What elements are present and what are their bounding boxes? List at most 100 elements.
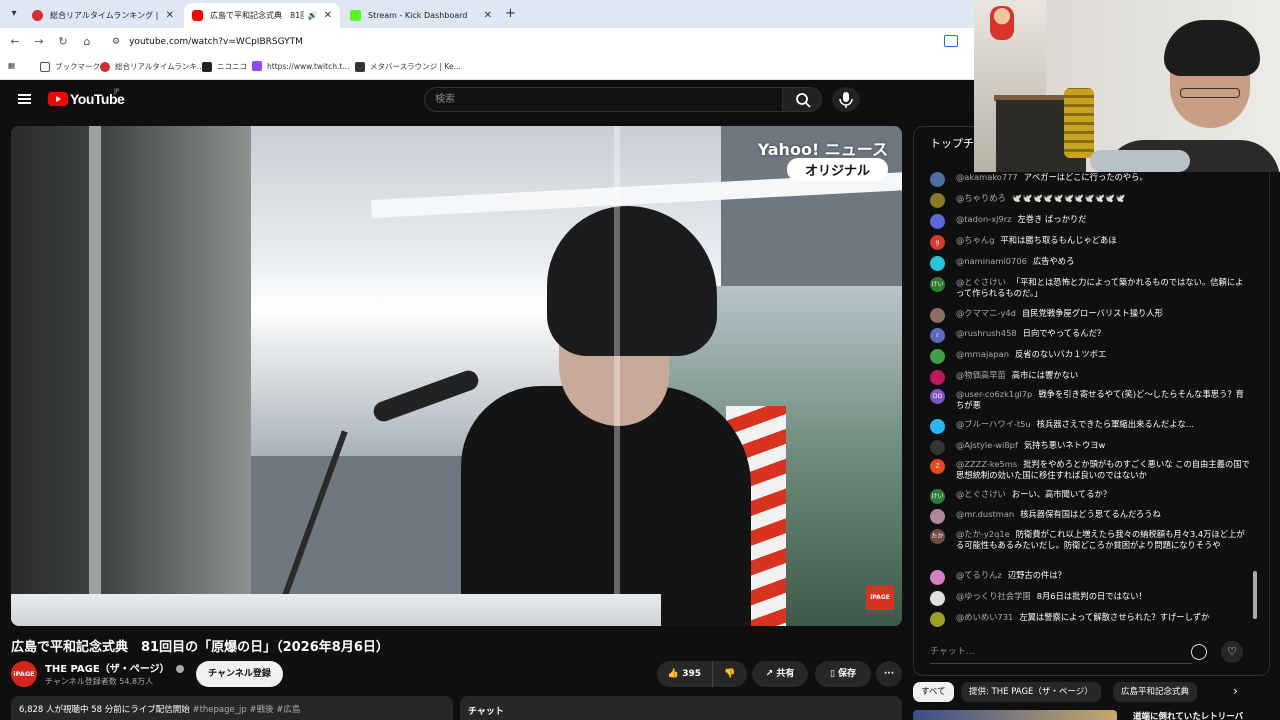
chat-avatar[interactable]: g	[930, 235, 945, 250]
chat-message[interactable]: @ブルーハワイ-t5u 核兵器さえできたら軍縮出来るんだよな…	[930, 419, 1250, 434]
channel-name-link[interactable]: THE PAGE（ザ・ページ）	[45, 660, 184, 675]
chat-author[interactable]: @tadon-xj9rz	[956, 214, 1012, 224]
bookmark-metaverse[interactable]: メタバースラウンジ | Ke...	[355, 61, 461, 72]
description-box[interactable]: 6,828 人が視聴中 58 分前にライブ配信開始 #thepage_jp #戦…	[11, 696, 453, 720]
chat-scrollbar[interactable]	[1253, 571, 1257, 619]
chat-author[interactable]: @akamako777	[956, 172, 1018, 182]
bookmark-ranking[interactable]: 総合リアルタイムランキ...	[100, 61, 204, 72]
subscribe-button[interactable]: チャンネル登録	[196, 661, 283, 687]
dislike-button[interactable]: 👎	[713, 661, 747, 687]
hashtags[interactable]: #thepage_jp #戦後 #広島	[190, 705, 300, 715]
bookmark-twitch[interactable]: https://www.twitch.t...	[252, 61, 349, 71]
tab-youtube[interactable]: 広島で平和記念式典 81回目 🔊 ✕	[184, 3, 340, 28]
chat-avatar[interactable]: Z	[930, 459, 945, 474]
chat-message[interactable]: @akamako777 アベガーはどこに行ったのやら。	[930, 172, 1250, 187]
chat-message[interactable]: DD @user-co6zk1gl7p 戦争を引き寄せるやて(笑)ど～したらそんな事…	[930, 389, 1250, 410]
chat-avatar[interactable]: DD	[930, 389, 945, 404]
chat-message[interactable]: たか @たか-y2q1e 防衛費がこれ以上増えたら我々の納税額も月々3,4万ほど上が…	[930, 529, 1250, 550]
chat-avatar[interactable]	[930, 370, 945, 385]
chat-author[interactable]: @クママニ-y4d	[956, 308, 1016, 318]
chat-avatar[interactable]: r	[930, 328, 945, 343]
chat-author[interactable]: @naminami0706	[956, 256, 1027, 266]
channel-avatar[interactable]: iPAGE	[11, 661, 37, 687]
tab-kick[interactable]: Stream - Kick Dashboard ✕	[342, 3, 500, 28]
chip-provider[interactable]: 提供: THE PAGE（ザ・ページ）	[961, 682, 1101, 702]
chat-message[interactable]: @tadon-xj9rz 左巻き ばっかりだ	[930, 214, 1250, 229]
chat-avatar[interactable]	[930, 172, 945, 187]
chat-message[interactable]: @naminami0706 広告やめろ	[930, 256, 1250, 271]
chat-author[interactable]: @ZZZZ-ke5ms	[956, 459, 1017, 469]
chat-message[interactable]: けい @とぐさけい 「平和とは恐怖と力によって築かれるものではない。信頼によって作ら…	[930, 277, 1250, 298]
video-player[interactable]: Yahoo! ニュース オリジナル iPAGE	[11, 126, 902, 626]
chevron-right-icon[interactable]: ›	[1233, 684, 1238, 698]
chat-author[interactable]: @mrnajapan	[956, 349, 1009, 359]
chat-author[interactable]: @物価高早苗	[956, 370, 1006, 380]
tab-ranking[interactable]: 総合リアルタイムランキング | 配信者 ✕	[24, 3, 182, 28]
chat-message[interactable]: @クママニ-y4d 自民党戦争屋グローバリスト操り人形	[930, 308, 1250, 323]
chat-avatar[interactable]	[930, 256, 945, 271]
voice-search-button[interactable]	[832, 87, 860, 112]
apps-grid-icon[interactable]: ▦	[8, 61, 15, 70]
chat-avatar[interactable]: たか	[930, 529, 945, 544]
suggested-title[interactable]: 道端に倒れていたレトリーバ	[1133, 710, 1243, 720]
chat-avatar[interactable]: けい	[930, 489, 945, 504]
back-arrow-icon[interactable]: ←	[8, 35, 22, 49]
hamburger-menu-icon[interactable]	[18, 94, 31, 104]
tab-close-icon[interactable]: ✕	[484, 10, 492, 21]
chat-author[interactable]: @めいめい731	[956, 612, 1013, 622]
chat-author[interactable]: @ゆっくり社会学園	[956, 591, 1031, 601]
chip-all[interactable]: すべて	[913, 682, 954, 702]
chat-input[interactable]: チャット...	[930, 640, 1192, 664]
chat-message[interactable]: けい @とぐさけい おーい、高市聞いてるか？	[930, 489, 1250, 504]
chat-message[interactable]: r @rushrush458 日向でやってるんだ？	[930, 328, 1250, 343]
install-app-icon[interactable]	[944, 35, 958, 47]
share-button[interactable]: ↗ 共有	[752, 661, 808, 687]
forward-arrow-icon[interactable]: →	[32, 35, 46, 49]
chip-topic[interactable]: 広島平和記念式典	[1113, 682, 1198, 702]
suggested-thumbnail[interactable]	[913, 710, 1117, 720]
speaker-icon[interactable]: 🔊	[308, 11, 318, 20]
heart-reaction-icon[interactable]: ♡	[1221, 641, 1243, 663]
search-input[interactable]: 検索	[424, 87, 782, 112]
emoji-icon[interactable]	[1191, 644, 1207, 660]
chat-author[interactable]: @ちゃんg	[956, 235, 994, 245]
chat-avatar[interactable]	[930, 308, 945, 323]
chat-author[interactable]: @ブルーハワイ-t5u	[956, 419, 1031, 429]
suggested-video[interactable]: 道端に倒れていたレトリーバ	[913, 710, 1273, 720]
chat-avatar[interactable]	[930, 591, 945, 606]
chat-avatar[interactable]	[930, 509, 945, 524]
chat-author[interactable]: @たか-y2q1e	[956, 529, 1010, 539]
tab-search-chevron-icon[interactable]: ▾	[6, 6, 22, 22]
chat-message[interactable]: @めいめい731 左翼は警察によって解散させられた？すげーしずか	[930, 612, 1250, 627]
new-tab-plus-icon[interactable]: +	[505, 6, 516, 21]
save-button[interactable]: ▯ 保存	[815, 661, 871, 687]
chat-avatar[interactable]	[930, 349, 945, 364]
chat-message[interactable]: @ゆっくり社会学園 8月6日は批判の日ではない！	[930, 591, 1250, 606]
chat-message[interactable]: @mr.dustman 核兵器保有国はどう思てるんだろうね	[930, 509, 1250, 524]
chat-message[interactable]: @ちゃりめろ 🕊️🕊️🕊️🕊️🕊️🕊️🕊️🕊️🕊️🕊️🕊️	[930, 193, 1250, 208]
chat-avatar[interactable]	[930, 193, 945, 208]
chat-avatar[interactable]	[930, 419, 945, 434]
chat-message[interactable]: @物価高早苗 高市には響かない	[930, 370, 1250, 385]
tab-close-icon[interactable]: ✕	[166, 10, 174, 21]
chat-author[interactable]: @mr.dustman	[956, 509, 1014, 519]
home-icon[interactable]: ⌂	[80, 35, 94, 49]
chat-author[interactable]: @てるりんz	[956, 570, 1002, 580]
reload-icon[interactable]: ↻	[56, 35, 70, 49]
chat-avatar[interactable]	[930, 570, 945, 585]
chat-avatar[interactable]: けい	[930, 277, 945, 292]
tab-close-icon[interactable]: ✕	[324, 10, 332, 21]
chat-avatar[interactable]	[930, 214, 945, 229]
bookmark-folder[interactable]: ブックマーク	[40, 61, 100, 72]
chat-message[interactable]: g @ちゃんg 平和は勝ち取るもんじゃどあほ	[930, 235, 1250, 250]
chat-message[interactable]: @mrnajapan 反省のないバカ１ツボエ	[930, 349, 1250, 364]
like-button[interactable]: 👍 395	[657, 661, 713, 687]
chat-avatar[interactable]	[930, 612, 945, 627]
address-bar[interactable]: ⚙ youtube.com/watch?v=WCpIBRSGYTM	[102, 30, 968, 54]
chat-mode-dropdown[interactable]: トップチ	[930, 135, 974, 151]
chat-message[interactable]: Z @ZZZZ-ke5ms 批判をやめろとか頭がものすごく悪いな この自由主義の国で…	[930, 459, 1250, 480]
more-actions-button[interactable]: ···	[876, 661, 902, 687]
chat-author[interactable]: @AJstyle-wi8pf	[956, 440, 1018, 450]
chat-author[interactable]: @とぐさけい	[956, 277, 1006, 287]
chat-author[interactable]: @ちゃりめろ	[956, 193, 1006, 203]
